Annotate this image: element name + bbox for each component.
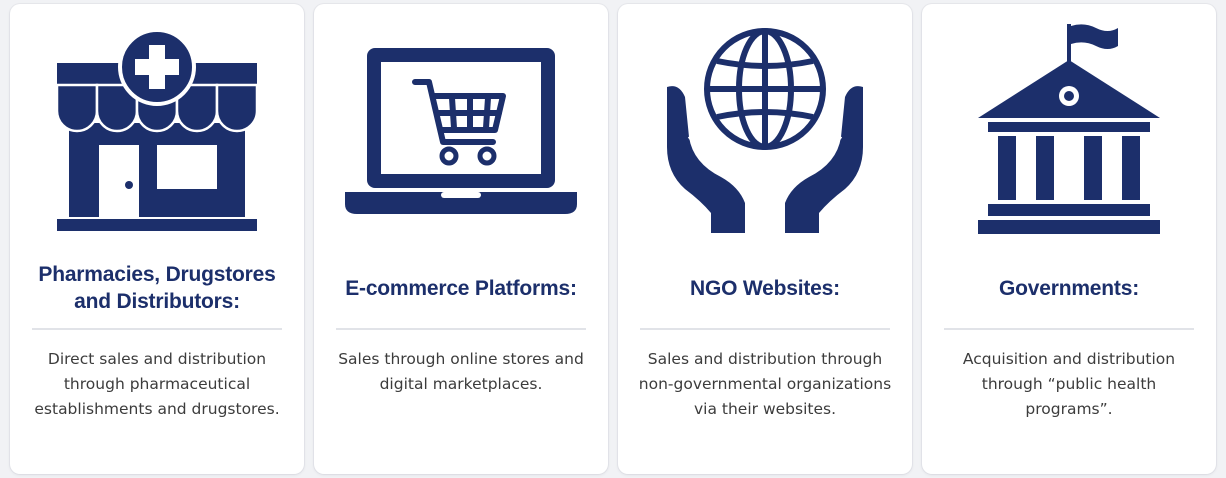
sales-channels-grid: Pharmacies, Drugstores and Distributors:… bbox=[10, 4, 1216, 474]
card-description: Sales and distribution through non-gover… bbox=[638, 350, 892, 418]
card-ngo: NGO Websites: Sales and distribution thr… bbox=[618, 4, 912, 474]
card-title: Pharmacies, Drugstores and Distributors: bbox=[38, 263, 276, 313]
divider bbox=[944, 328, 1194, 330]
divider bbox=[32, 328, 282, 330]
card-title: NGO Websites: bbox=[690, 276, 840, 300]
pharmacy-store-icon bbox=[10, 18, 304, 246]
card-title: E-commerce Platforms: bbox=[345, 276, 577, 300]
card-description: Direct sales and distribution through ph… bbox=[34, 350, 280, 418]
card-description: Acquisition and distribution through “pu… bbox=[962, 350, 1176, 418]
card-pharmacies: Pharmacies, Drugstores and Distributors:… bbox=[10, 4, 304, 474]
divider bbox=[336, 328, 586, 330]
laptop-cart-icon bbox=[314, 18, 608, 246]
card-title: Governments: bbox=[999, 276, 1139, 300]
card-description: Sales through online stores and digital … bbox=[338, 350, 584, 393]
hands-globe-icon bbox=[618, 18, 912, 246]
divider bbox=[640, 328, 890, 330]
card-ecommerce: E-commerce Platforms: Sales through onli… bbox=[314, 4, 608, 474]
card-governments: Governments: Acquisition and distributio… bbox=[922, 4, 1216, 474]
government-building-icon bbox=[922, 18, 1216, 246]
